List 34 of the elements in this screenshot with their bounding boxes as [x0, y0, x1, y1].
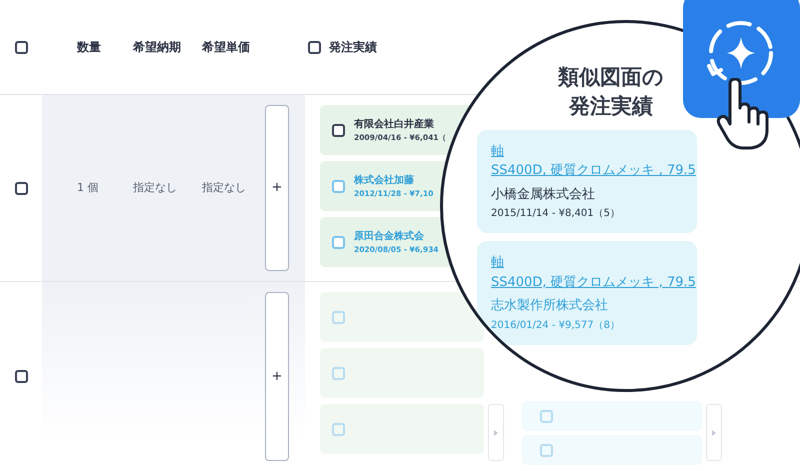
magnifier-title: 類似図面の [556, 64, 665, 91]
order-detail: 2015/11/14 - ¥8,401（5） [491, 207, 621, 222]
spec-link[interactable]: SS400D, 硬質クロムメッキ , 79.5 [491, 161, 696, 181]
spec-link[interactable]: SS400D, 硬質クロムメッキ , 79.5 [491, 272, 696, 292]
part-link[interactable]: 軸 [491, 142, 504, 162]
column-header: 希望納期 [132, 39, 182, 56]
order-detail: 2016/01/24 - ¥9,577（8） [491, 318, 621, 333]
caret-icon [494, 430, 498, 436]
column-header: 数量 [76, 39, 102, 56]
caret-icon [712, 430, 716, 436]
checkbox[interactable] [332, 236, 345, 248]
add-button[interactable]: + [265, 105, 289, 271]
company-link[interactable]: 株式会社加藤 [354, 172, 434, 188]
company-name: 志水製作所株式会社 [491, 297, 609, 316]
column-header: 希望単価 [201, 39, 251, 56]
part-link[interactable]: 軸 [491, 253, 504, 273]
company-name: 有限会社白井産業 [354, 117, 435, 132]
expand-tab[interactable] [488, 404, 504, 461]
checkbox[interactable] [332, 124, 345, 136]
sparkle-app-icon[interactable] [683, 0, 800, 118]
checkbox[interactable] [332, 180, 345, 192]
checkbox[interactable] [14, 40, 28, 54]
checkbox[interactable] [308, 40, 321, 54]
company-link[interactable]: 原田合金株式会 [354, 228, 439, 244]
magnifier-title: 発注実績 [568, 93, 654, 120]
column-header: 発注実績 [329, 39, 377, 56]
table-cell-text: 指定なし [133, 180, 177, 196]
checkbox[interactable] [14, 370, 28, 383]
table-cell-text: 指定なし [202, 180, 246, 196]
checkbox[interactable] [14, 182, 28, 194]
add-button[interactable]: + [265, 292, 289, 461]
expand-tab[interactable] [706, 404, 722, 461]
table-cell-text: 1 個 [77, 180, 98, 196]
company-name: 小橋金属株式会社 [491, 186, 596, 204]
